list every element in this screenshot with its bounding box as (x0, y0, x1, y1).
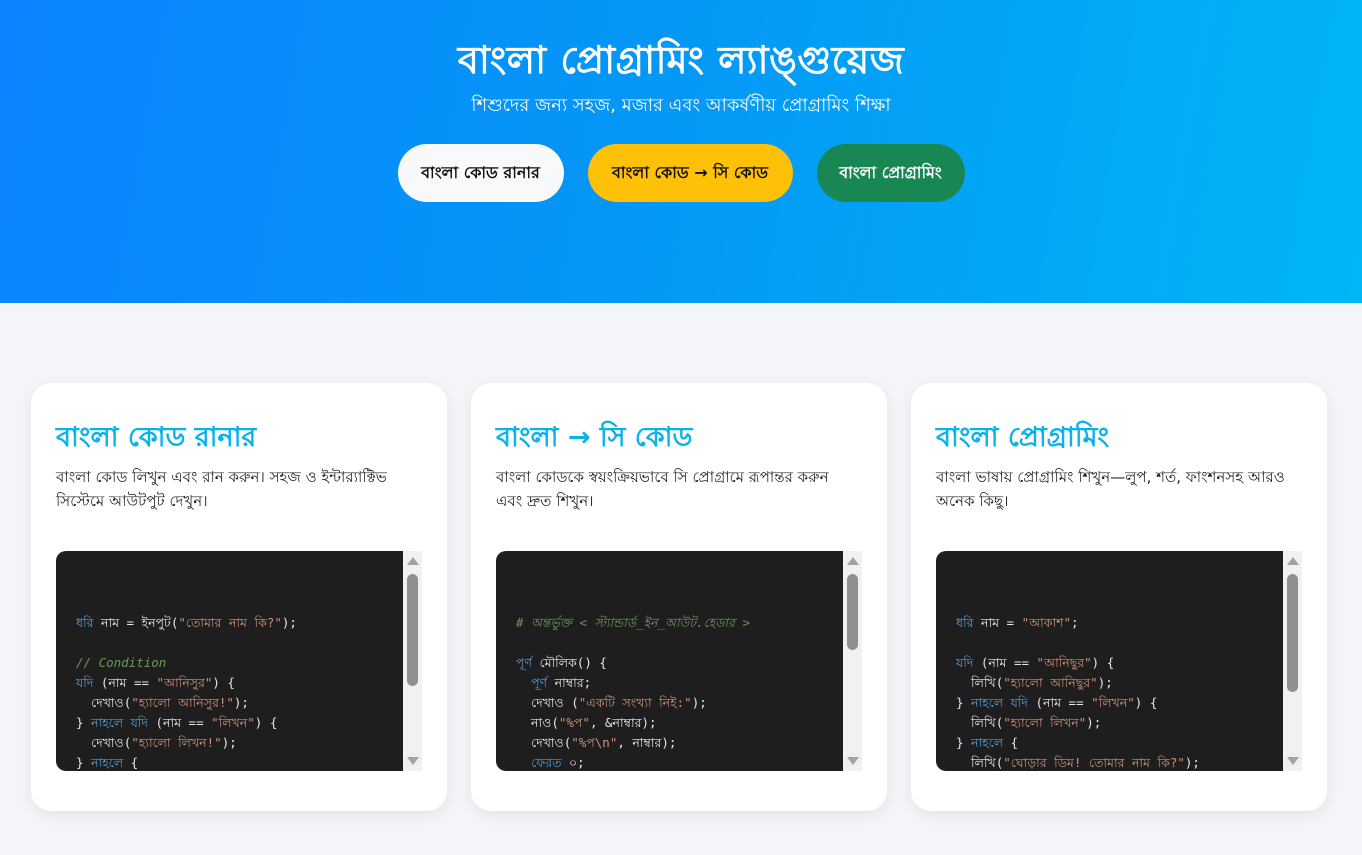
card-description: বাংলা কোড লিখুন এবং রান করুন। সহজ ও ইন্ট… (56, 468, 387, 510)
code-line: // Condition (76, 655, 167, 670)
code-line: দেখাও("হ্যালো লিখন!"); (76, 735, 237, 750)
code-line: ধরি নাম = "আকাশ"; (956, 615, 1079, 630)
code-scrollbar[interactable] (403, 551, 422, 771)
hero-button-group: বাংলা কোড রানার বাংলা কোড → সি কোড বাংলা… (0, 144, 1362, 202)
code-block[interactable]: ধরি নাম = "আকাশ"; যদি (নাম == "আনিছুর") … (936, 551, 1283, 771)
code-line: লিখি("ঘোড়ার ডিম! তোমার নাম কি?"); (956, 755, 1200, 770)
code-line: দেখাও("হ্যালো আনিসুর!"); (76, 695, 249, 710)
bangla-to-c-button[interactable]: বাংলা কোড → সি কোড (587, 144, 793, 202)
page-subtitle: শিশুদের জন্য সহজ, মজার এবং আকর্ষণীয় প্র… (471, 95, 891, 116)
code-scrollbar[interactable] (843, 551, 862, 771)
code-line: নাও("%প", &নাম্বার); (516, 715, 657, 730)
code-line: যদি (নাম == "আনিছুর") { (956, 655, 1115, 670)
code-line: দেখাও ("একটি সংখ্যা নিই:"); (516, 695, 707, 710)
card-code-runner: বাংলা কোড রানার বাংলা কোড লিখুন এবং রান … (31, 383, 447, 811)
scroll-up-icon[interactable] (407, 557, 419, 565)
card-bangla-programming: বাংলা প্রোগ্রামিং বাংলা ভাষায় প্রোগ্রাম… (911, 383, 1327, 811)
card-title: বাংলা → সি কোড (496, 422, 693, 453)
code-line: লিখি("হ্যালো লিখন"); (956, 715, 1102, 730)
code-line: যদি (নাম == "আনিসুর") { (76, 675, 235, 690)
code-line: দেখাও("%প\n", নাম্বার); (516, 735, 677, 750)
bangla-programming-button[interactable]: বাংলা প্রোগ্রামিং (816, 144, 965, 202)
card-title: বাংলা কোড রানার (56, 422, 257, 453)
card-title: বাংলা প্রোগ্রামিং (936, 422, 1110, 453)
code-line: } নাহলে যদি (নাম == "লিখন") { (956, 695, 1158, 710)
scroll-down-icon[interactable] (1287, 757, 1299, 765)
card-description: বাংলা কোডকে স্বয়ংক্রিয়ভাবে সি প্রোগ্রা… (496, 468, 829, 510)
code-line: পূর্ণ মৌলিক() { (516, 655, 607, 670)
card-description: বাংলা ভাষায় প্রোগ্রামিং শিখুন—লুপ, শর্ত… (936, 468, 1285, 510)
code-line: # অন্তর্ভুক্ত < স্ট্যান্ডার্ড_ইন_আউট.হেড… (516, 615, 750, 630)
code-line: } নাহলে { (76, 755, 139, 770)
code-line: ফেরত ০; (531, 755, 585, 770)
hero-banner: বাংলা প্রোগ্রামিং ল্যাঙ্গুয়েজ শিশুদের জ… (0, 0, 1362, 303)
page-title: বাংলা প্রোগ্রামিং ল্যাঙ্গুয়েজ (457, 38, 905, 82)
card-bangla-to-c: বাংলা → সি কোড বাংলা কোডকে স্বয়ংক্রিয়ভ… (471, 383, 887, 811)
scroll-down-icon[interactable] (847, 757, 859, 765)
scroll-thumb[interactable] (1287, 574, 1298, 692)
feature-cards: বাংলা কোড রানার বাংলা কোড লিখুন এবং রান … (31, 383, 1327, 811)
code-block[interactable]: ধরি নাম = ইনপুট("তোমার নাম কি?"); // Con… (56, 551, 403, 771)
code-example: ধরি নাম = "আকাশ"; যদি (নাম == "আনিছুর") … (936, 551, 1302, 771)
scroll-thumb[interactable] (847, 574, 858, 650)
code-block[interactable]: # অন্তর্ভুক্ত < স্ট্যান্ডার্ড_ইন_আউট.হেড… (496, 551, 843, 771)
code-line: লিখি("হ্যালো আনিছুর"); (956, 675, 1113, 690)
scroll-up-icon[interactable] (847, 557, 859, 565)
code-runner-button[interactable]: বাংলা কোড রানার (397, 144, 564, 202)
scroll-down-icon[interactable] (407, 757, 419, 765)
scroll-thumb[interactable] (407, 574, 418, 686)
code-line: পূর্ণ নাম্বার; (531, 675, 592, 690)
scroll-up-icon[interactable] (1287, 557, 1299, 565)
code-line: ধরি নাম = ইনপুট("তোমার নাম কি?"); (76, 615, 297, 630)
code-line: } নাহলে { (956, 735, 1019, 750)
code-line: } নাহলে যদি (নাম == "লিখন") { (76, 715, 278, 730)
code-scrollbar[interactable] (1283, 551, 1302, 771)
code-example: ধরি নাম = ইনপুট("তোমার নাম কি?"); // Con… (56, 551, 422, 771)
code-example: # অন্তর্ভুক্ত < স্ট্যান্ডার্ড_ইন_আউট.হেড… (496, 551, 862, 771)
